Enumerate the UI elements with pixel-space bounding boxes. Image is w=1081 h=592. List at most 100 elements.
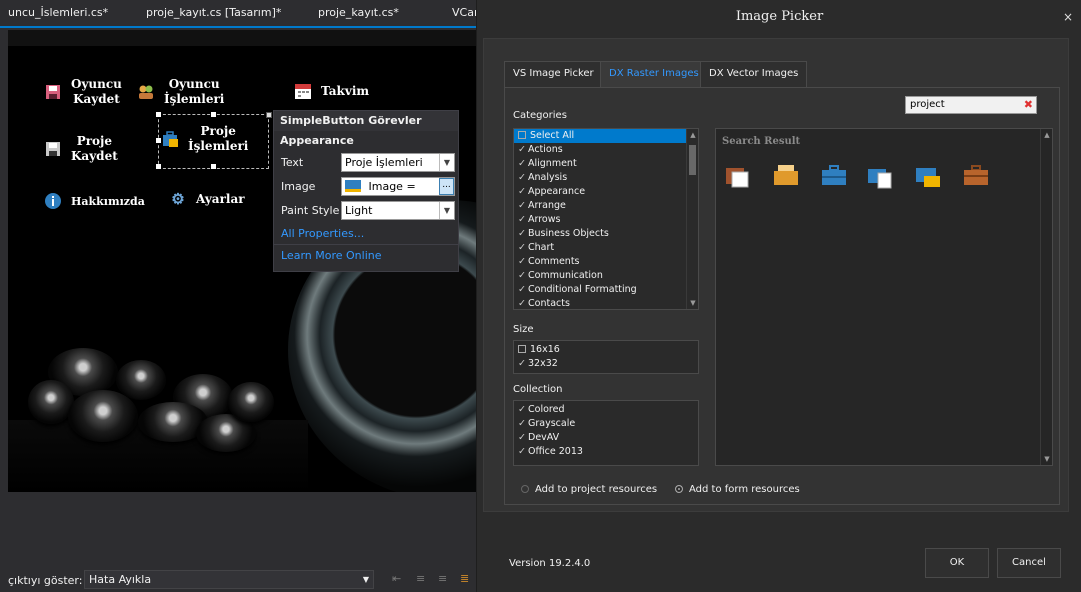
image-picker-dialog: Image Picker × VS Image Picker DX Raster… bbox=[476, 0, 1081, 592]
clear-all-icon[interactable]: ≡ bbox=[416, 572, 430, 586]
list-item[interactable]: Select All bbox=[514, 129, 698, 143]
proje-islemleri-button[interactable]: Proje İşlemleri bbox=[160, 124, 248, 154]
raster-images-panel: project ✖ Categories Select All ✓ Actions… bbox=[504, 87, 1060, 505]
briefcase-paste-icon[interactable] bbox=[724, 161, 752, 189]
find-message-icon[interactable]: ⇤ bbox=[392, 572, 406, 586]
size-list[interactable]: 16x16 ✓ 32x32 bbox=[513, 340, 699, 374]
clear-search-icon[interactable]: ✖ bbox=[1024, 97, 1033, 113]
chevron-down-icon[interactable]: ▼ bbox=[439, 154, 454, 171]
calendar-icon bbox=[293, 81, 313, 101]
categories-list[interactable]: Select All ✓ Actions ✓ Alignment ✓ Analysis… bbox=[513, 128, 699, 310]
list-item[interactable]: ✓ Business Objects bbox=[514, 227, 698, 241]
list-item[interactable]: ✓ Colored bbox=[514, 403, 698, 417]
doc-tab-proje-kayit-code[interactable]: proje_kayıt.cs* bbox=[318, 6, 399, 19]
doc-tab-oyuncu-islemleri[interactable]: uncu_İslemleri.cs* bbox=[8, 6, 108, 19]
toggle-wrap-icon[interactable]: ≣ bbox=[460, 572, 474, 586]
list-item[interactable]: ✓ Arrange bbox=[514, 199, 698, 213]
output-show-label: çıktıyı göster: bbox=[8, 574, 83, 587]
resize-handle[interactable] bbox=[156, 112, 161, 117]
scroll-up-icon[interactable]: ▲ bbox=[689, 131, 697, 139]
tab-vs-image-picker[interactable]: VS Image Picker bbox=[504, 61, 603, 87]
briefcase-brown-icon[interactable] bbox=[962, 161, 990, 189]
all-properties-link[interactable]: All Properties... bbox=[274, 223, 458, 244]
chevron-down-icon[interactable]: ▼ bbox=[363, 571, 369, 588]
floppy-disk-icon bbox=[43, 82, 63, 102]
dialog-title: Image Picker bbox=[477, 0, 1081, 34]
list-item[interactable]: ✓ Contacts bbox=[514, 297, 698, 309]
list-item[interactable]: ✓ Grayscale bbox=[514, 417, 698, 431]
lens-image bbox=[228, 382, 274, 422]
results-scrollbar[interactable]: ▲ ▼ bbox=[1040, 129, 1052, 465]
briefcase-folder-icon[interactable] bbox=[914, 161, 942, 189]
briefcase-blue-icon[interactable] bbox=[820, 161, 848, 189]
list-item[interactable]: ✓ Alignment bbox=[514, 157, 698, 171]
list-item[interactable]: ✓ Appearance bbox=[514, 185, 698, 199]
scroll-up-icon[interactable]: ▲ bbox=[1043, 131, 1051, 139]
list-item[interactable]: ✓ Communication bbox=[514, 269, 698, 283]
output-panel-header bbox=[0, 542, 476, 564]
text-property-field[interactable]: Proje İşlemleri ▼ bbox=[341, 153, 455, 172]
search-input[interactable]: project ✖ bbox=[905, 96, 1037, 114]
tab-dx-vector-images[interactable]: DX Vector Images bbox=[700, 61, 808, 87]
smart-tag-section: Appearance bbox=[280, 134, 354, 147]
scroll-down-icon[interactable]: ▼ bbox=[689, 299, 697, 307]
briefcase-notes-icon[interactable] bbox=[772, 161, 800, 189]
list-item[interactable]: ✓ Analysis bbox=[514, 171, 698, 185]
list-item[interactable]: ✓ Comments bbox=[514, 255, 698, 269]
proje-kaydet-button[interactable]: Proje Kaydet bbox=[43, 134, 118, 164]
oyuncu-islemleri-button[interactable]: Oyuncu İşlemleri bbox=[136, 77, 224, 107]
scroll-thumb[interactable] bbox=[689, 145, 696, 175]
checkbox[interactable] bbox=[518, 345, 526, 353]
list-item[interactable]: ✓ Conditional Formatting bbox=[514, 283, 698, 297]
paint-style-select[interactable]: Light ▼ bbox=[341, 201, 455, 220]
list-item[interactable]: ✓ DevAV bbox=[514, 431, 698, 445]
info-icon bbox=[43, 191, 63, 211]
people-icon bbox=[136, 82, 156, 102]
ok-button[interactable]: OK bbox=[925, 548, 989, 578]
checkbox[interactable] bbox=[518, 131, 526, 139]
hakkimizda-button[interactable]: Hakkımızda bbox=[43, 191, 145, 211]
output-source-select[interactable]: Hata Ayıkla ▼ bbox=[84, 570, 374, 589]
list-item[interactable]: 16x16 bbox=[514, 343, 698, 357]
list-item[interactable]: ✓ Actions bbox=[514, 143, 698, 157]
collection-list[interactable]: ✓ Colored ✓ Grayscale ✓ DevAV ✓ Office 2013 bbox=[513, 400, 699, 466]
scroll-down-icon[interactable]: ▼ bbox=[1043, 455, 1051, 463]
list-item[interactable]: ✓ Arrows bbox=[514, 213, 698, 227]
word-wrap-icon[interactable]: ≡ bbox=[438, 572, 452, 586]
takvim-button[interactable]: Takvim bbox=[293, 81, 369, 101]
briefcase-document-icon[interactable] bbox=[866, 161, 894, 189]
radio-form-resources[interactable]: Add to form resources bbox=[675, 484, 800, 495]
doc-tab-proje-kayit-designer[interactable]: proje_kayıt.cs [Tasarım]* bbox=[146, 6, 281, 19]
image-property-field[interactable]: Image = ... bbox=[341, 177, 455, 196]
resize-handle[interactable] bbox=[211, 112, 216, 117]
briefcase-icon bbox=[345, 180, 361, 192]
search-results-panel: Search Result ▲ ▼ bbox=[715, 128, 1053, 466]
ayarlar-button[interactable]: ⚙ Ayarlar bbox=[168, 189, 244, 209]
smart-tag-glyph[interactable] bbox=[266, 112, 272, 118]
search-result-title: Search Result bbox=[722, 136, 801, 147]
learn-more-link[interactable]: Learn More Online bbox=[274, 244, 458, 265]
browse-image-button[interactable]: ... bbox=[439, 178, 454, 195]
chevron-down-icon[interactable]: ▼ bbox=[439, 202, 454, 219]
dialog-body: VS Image Picker DX Raster Images DX Vect… bbox=[483, 38, 1069, 512]
form-title-strip bbox=[8, 30, 476, 46]
list-item[interactable]: ✓ Office 2013 bbox=[514, 445, 698, 459]
close-icon[interactable]: × bbox=[1063, 10, 1073, 24]
resize-handle[interactable] bbox=[156, 164, 161, 169]
smart-tag-title: SimpleButton Görevler bbox=[274, 111, 458, 131]
oyuncu-kaydet-button[interactable]: Oyuncu Kaydet bbox=[43, 77, 122, 107]
floppy-disk-icon bbox=[43, 139, 63, 159]
cancel-button[interactable]: Cancel bbox=[997, 548, 1061, 578]
list-item[interactable]: ✓ 32x32 bbox=[514, 357, 698, 371]
tab-dx-raster-images[interactable]: DX Raster Images bbox=[600, 61, 708, 87]
briefcase-icon bbox=[160, 129, 180, 149]
version-label: Version 19.2.4.0 bbox=[509, 558, 591, 569]
smart-tag-panel: SimpleButton Görevler Appearance Text Pr… bbox=[273, 110, 459, 272]
document-tabs: uncu_İslemleri.cs* proje_kayıt.cs [Tasar… bbox=[0, 0, 492, 28]
resize-handle[interactable] bbox=[211, 164, 216, 169]
radio-project-resources[interactable]: Add to project resources bbox=[521, 484, 657, 495]
categories-label: Categories bbox=[513, 110, 567, 121]
categories-scrollbar[interactable]: ▲ ▼ bbox=[686, 129, 698, 309]
list-item[interactable]: ✓ Chart bbox=[514, 241, 698, 255]
lens-image bbox=[68, 390, 138, 442]
